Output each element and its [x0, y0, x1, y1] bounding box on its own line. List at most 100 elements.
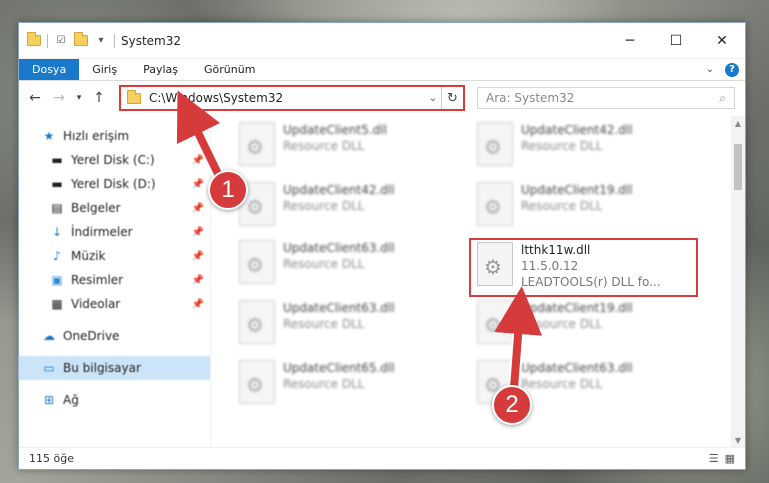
sidebar-item-disk-c[interactable]: ▬ Yerel Disk (C:) 📌 — [19, 148, 210, 172]
pin-icon[interactable]: 📌 — [192, 155, 204, 166]
sidebar-item-documents[interactable]: ▤ Belgeler 📌 — [19, 196, 210, 220]
tab-file[interactable]: Dosya — [19, 59, 80, 80]
file-type: Resource DLL — [283, 199, 365, 213]
maximize-button[interactable]: ☐ — [653, 24, 699, 58]
large-icons-view-icon[interactable]: ▦ — [725, 452, 735, 465]
sidebar-item-label: Ağ — [63, 393, 79, 407]
file-type: Resource DLL — [283, 377, 365, 391]
window-title: System32 — [121, 33, 182, 48]
network-icon: ⊞ — [43, 393, 55, 407]
sidebar-item-label: Yerel Disk (C:) — [71, 153, 155, 167]
file-type: Resource DLL — [521, 139, 603, 153]
search-placeholder: Ara: System32 — [486, 91, 575, 105]
close-button[interactable]: ✕ — [699, 24, 745, 58]
sidebar-item-onedrive[interactable]: ☁ OneDrive — [19, 324, 210, 348]
title-bar: ☑ ▾ System32 ─ ☐ ✕ — [19, 23, 745, 59]
tab-share[interactable]: Paylaş — [130, 59, 191, 80]
expand-ribbon-icon[interactable]: ⌄ — [703, 63, 717, 77]
navigation-bar: ← → ▾ ↑ C:\Windows\System32 ⌄ ↻ Ara: Sys… — [19, 81, 745, 115]
file-type: Resource DLL — [283, 317, 365, 331]
target-file-highlight — [469, 238, 698, 297]
drive-icon: ▬ — [51, 153, 63, 167]
dll-file-icon — [477, 182, 513, 226]
list-item[interactable]: UpdateClient63.dll Resource DLL — [239, 300, 459, 350]
file-type: Resource DLL — [521, 377, 603, 391]
list-item[interactable]: UpdateClient19.dll Resource DLL — [477, 182, 697, 232]
list-item[interactable]: UpdateClient19.dll Resource DLL — [477, 300, 697, 350]
file-list: UpdateClient5.dll Resource DLL UpdateClie… — [211, 116, 745, 447]
properties-icon[interactable]: ☑ — [54, 34, 68, 48]
vertical-scrollbar[interactable]: ▲ ▼ — [731, 116, 745, 447]
pin-icon[interactable]: 📌 — [192, 179, 204, 190]
pin-icon[interactable]: 📌 — [192, 299, 204, 310]
file-name: UpdateClient63.dll — [283, 301, 395, 315]
callout-2: 2 — [492, 385, 532, 425]
list-item[interactable]: UpdateClient42.dll Resource DLL — [477, 122, 697, 172]
search-input[interactable]: Ara: System32 ⌕ — [477, 87, 735, 109]
divider — [114, 33, 115, 48]
list-item[interactable]: UpdateClient42.dll Resource DLL — [239, 182, 459, 232]
dll-file-icon — [239, 300, 275, 344]
up-button[interactable]: ↑ — [89, 88, 109, 108]
minimize-button[interactable]: ─ — [607, 24, 653, 58]
list-item[interactable]: UpdateClient5.dll Resource DLL — [239, 122, 459, 172]
new-folder-icon[interactable] — [74, 32, 88, 46]
folder-icon — [127, 89, 141, 104]
ribbon-tabs: Dosya Giriş Paylaş Görünüm ⌄ ? — [19, 59, 745, 81]
list-item[interactable]: UpdateClient63.dll Resource DLL — [239, 240, 459, 290]
file-name: UpdateClient19.dll — [521, 183, 633, 197]
sidebar-item-this-pc[interactable]: ▭ Bu bilgisayar — [19, 356, 210, 380]
folder-icon — [27, 32, 41, 46]
explorer-window: ☑ ▾ System32 ─ ☐ ✕ Dosya Giriş Paylaş Gö… — [18, 22, 746, 470]
file-name: UpdateClient42.dll — [521, 123, 633, 137]
search-icon: ⌕ — [719, 90, 726, 105]
sidebar-item-quick-access[interactable]: ★ Hızlı erişim — [19, 124, 210, 148]
computer-icon: ▭ — [43, 361, 55, 375]
dll-file-icon — [477, 300, 513, 344]
sidebar-item-pictures[interactable]: ▣ Resimler 📌 — [19, 268, 210, 292]
sidebar-item-label: Müzik — [71, 249, 106, 263]
sidebar-item-label: OneDrive — [63, 329, 120, 343]
pin-icon[interactable]: 📌 — [192, 251, 204, 262]
file-name: UpdateClient63.dll — [283, 241, 395, 255]
sidebar-item-label: İndirmeler — [71, 225, 133, 239]
drive-icon: ▬ — [51, 177, 63, 191]
file-type: Resource DLL — [521, 317, 603, 331]
downloads-icon: ↓ — [51, 225, 63, 239]
callout-1: 1 — [208, 170, 248, 210]
sidebar-item-network[interactable]: ⊞ Ağ — [19, 388, 210, 412]
address-bar[interactable]: C:\Windows\System32 ⌄ ↻ — [119, 85, 465, 111]
chevron-down-icon[interactable]: ⌄ — [425, 93, 441, 104]
scroll-down-icon[interactable]: ▼ — [731, 433, 745, 447]
sidebar-item-disk-d[interactable]: ▬ Yerel Disk (D:) 📌 — [19, 172, 210, 196]
pin-icon[interactable]: 📌 — [192, 275, 204, 286]
pictures-icon: ▣ — [51, 273, 63, 287]
videos-icon: ▦ — [51, 297, 63, 311]
music-icon: ♪ — [53, 249, 61, 263]
customize-toolbar-icon[interactable]: ▾ — [94, 34, 108, 48]
sidebar-item-music[interactable]: ♪ Müzik 📌 — [19, 244, 210, 268]
tab-view[interactable]: Görünüm — [191, 59, 268, 80]
help-icon[interactable]: ? — [725, 62, 739, 77]
recent-locations-icon[interactable]: ▾ — [73, 88, 85, 108]
list-item[interactable]: UpdateClient65.dll Resource DLL — [239, 360, 459, 410]
status-bar: 115 öğe ☰ ▦ — [19, 447, 745, 469]
file-name: UpdateClient19.dll — [521, 301, 633, 315]
back-button[interactable]: ← — [25, 88, 45, 108]
sidebar-item-downloads[interactable]: ↓ İndirmeler 📌 — [19, 220, 210, 244]
tab-home[interactable]: Giriş — [79, 59, 130, 80]
forward-button[interactable]: → — [49, 88, 69, 108]
scroll-up-icon[interactable]: ▲ — [731, 116, 745, 130]
pin-icon[interactable]: 📌 — [192, 227, 204, 238]
details-view-icon[interactable]: ☰ — [709, 452, 719, 465]
sidebar-item-label: Bu bilgisayar — [63, 361, 141, 375]
divider — [47, 33, 48, 48]
sidebar-item-videos[interactable]: ▦ Videolar 📌 — [19, 292, 210, 316]
dll-file-icon — [239, 360, 275, 404]
refresh-icon[interactable]: ↻ — [441, 87, 463, 109]
file-name: UpdateClient65.dll — [283, 361, 395, 375]
address-path[interactable]: C:\Windows\System32 — [149, 91, 425, 105]
scrollbar-thumb[interactable] — [734, 144, 742, 190]
file-name: UpdateClient5.dll — [283, 123, 387, 137]
pin-icon[interactable]: 📌 — [192, 203, 204, 214]
